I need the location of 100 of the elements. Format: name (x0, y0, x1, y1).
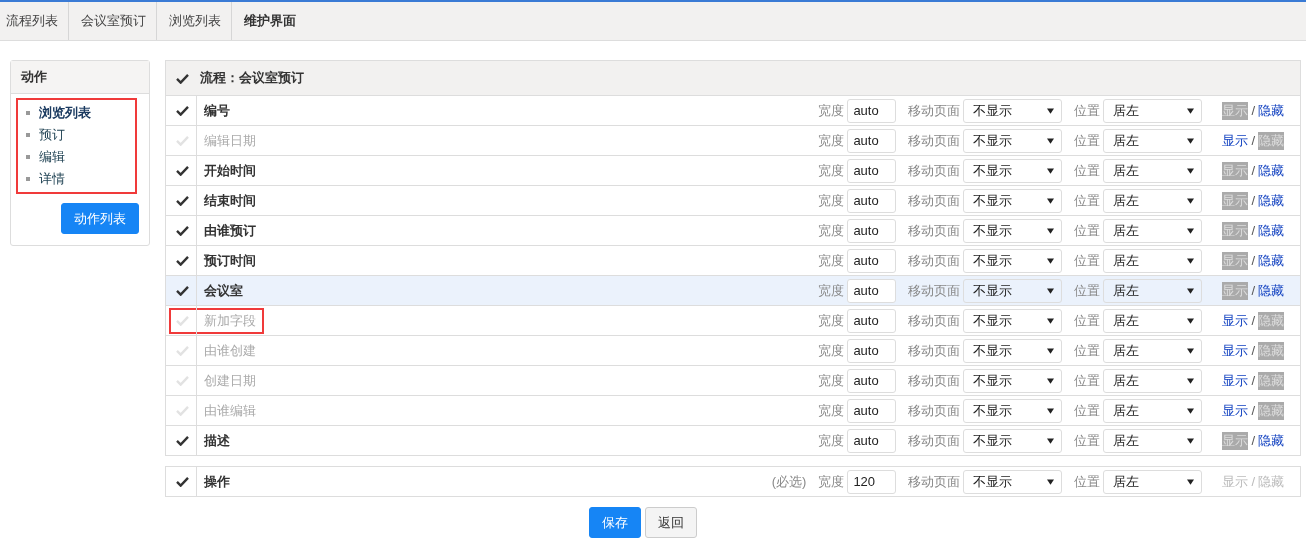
width-input[interactable]: auto (847, 128, 897, 153)
position-dropdown[interactable]: 居左 (1103, 428, 1203, 453)
position-dropdown[interactable]: 居左 (1103, 398, 1203, 423)
show-link[interactable]: 显示 (1222, 401, 1249, 420)
move-page-dropdown[interactable]: 不显示 (963, 398, 1063, 423)
width-input[interactable]: auto (847, 368, 897, 393)
move-page-dropdown[interactable]: 不显示 (963, 278, 1063, 303)
field-name: 会议室 (196, 276, 243, 305)
check-icon[interactable] (176, 105, 189, 116)
position-dropdown[interactable]: 居左 (1103, 368, 1203, 393)
check-icon[interactable] (176, 255, 189, 266)
breadcrumb-link[interactable]: 维护界面 (238, 2, 306, 40)
sidebar-item[interactable]: 详情 (39, 170, 65, 188)
separator: / (1251, 193, 1255, 208)
width-input[interactable]: auto (847, 338, 897, 363)
breadcrumb-link[interactable]: 流程列表 (0, 2, 69, 40)
position-label: 位置 (1074, 281, 1101, 300)
position-label: 位置 (1074, 251, 1101, 270)
show-link[interactable]: 显示 (1222, 311, 1249, 330)
breadcrumb-link[interactable]: 浏览列表 (163, 2, 232, 40)
show-link[interactable]: 显示 (1222, 131, 1249, 150)
hide-link[interactable]: 隐藏 (1258, 281, 1284, 300)
caret-icon (1047, 107, 1055, 114)
caret-icon (1047, 407, 1055, 414)
move-page-dropdown[interactable]: 不显示 (963, 128, 1063, 153)
field-name: 由谁编辑 (196, 396, 256, 425)
breadcrumb-link[interactable]: 会议室预订 (75, 2, 157, 40)
move-page-label: 移动页面 (908, 281, 961, 300)
move-page-dropdown[interactable]: 不显示 (963, 368, 1063, 393)
width-input[interactable]: auto (847, 428, 897, 453)
action-list-button[interactable]: 动作列表 (61, 203, 139, 234)
move-page-dropdown[interactable]: 不显示 (963, 428, 1063, 453)
field-name: 编号 (196, 96, 230, 125)
check-icon[interactable] (176, 285, 189, 296)
caret-icon (1047, 227, 1055, 234)
caret-icon (1187, 257, 1195, 264)
save-button[interactable]: 保存 (589, 507, 641, 538)
position-dropdown[interactable]: 居左 (1103, 278, 1203, 303)
width-input[interactable]: auto (847, 248, 897, 273)
width-label: 宽度 (818, 341, 845, 360)
check-icon[interactable] (176, 435, 189, 446)
position-dropdown[interactable]: 居左 (1103, 218, 1203, 243)
width-input[interactable]: auto (847, 398, 897, 423)
caret-icon (1187, 478, 1195, 485)
position-dropdown[interactable]: 居左 (1103, 128, 1203, 153)
check-icon (176, 72, 189, 84)
separator: / (1251, 343, 1255, 358)
field-name: 开始时间 (196, 156, 256, 185)
move-page-label: 移动页面 (908, 472, 961, 491)
hide-link[interactable]: 隐藏 (1258, 251, 1284, 270)
back-button[interactable]: 返回 (645, 507, 697, 538)
move-page-label: 移动页面 (908, 161, 961, 180)
check-icon[interactable] (176, 165, 189, 176)
move-page-label: 移动页面 (908, 221, 961, 240)
width-input[interactable]: auto (847, 308, 897, 333)
width-label: 宽度 (818, 401, 845, 420)
separator: / (1251, 103, 1255, 118)
caret-icon (1047, 197, 1055, 204)
hide-link[interactable]: 隐藏 (1258, 161, 1284, 180)
width-label: 宽度 (818, 221, 845, 240)
position-dropdown[interactable]: 居左 (1103, 308, 1203, 333)
check-icon[interactable] (176, 195, 189, 206)
check-icon[interactable] (176, 225, 189, 236)
position-dropdown[interactable]: 居左 (1103, 158, 1203, 183)
panel-title: 流程：会议室预订 (199, 69, 304, 87)
move-page-dropdown[interactable]: 不显示 (963, 188, 1063, 213)
position-dropdown[interactable]: 居左 (1103, 248, 1203, 273)
hide-link[interactable]: 隐藏 (1258, 221, 1284, 240)
show-link[interactable]: 显示 (1222, 341, 1249, 360)
sidebar-item[interactable]: 浏览列表 (39, 104, 91, 122)
width-input[interactable]: auto (847, 188, 897, 213)
move-page-dropdown[interactable]: 不显示 (963, 308, 1063, 333)
width-input[interactable]: auto (847, 98, 897, 123)
caret-icon (1047, 317, 1055, 324)
field-name: 新加字段 (196, 306, 256, 335)
sidebar-item[interactable]: 预订 (39, 126, 65, 144)
width-input[interactable]: auto (847, 218, 897, 243)
position-dropdown[interactable]: 居左 (1103, 98, 1203, 123)
caret-icon (1187, 197, 1195, 204)
hide-link[interactable]: 隐藏 (1258, 191, 1284, 210)
sidebar-item[interactable]: 编辑 (39, 148, 65, 166)
field-name: 结束时间 (196, 186, 256, 215)
position-dropdown[interactable]: 居左 (1103, 338, 1203, 363)
width-input[interactable]: auto (847, 158, 897, 183)
move-page-dropdown[interactable]: 不显示 (963, 218, 1063, 243)
move-page-dropdown[interactable]: 不显示 (963, 338, 1063, 363)
position-dropdown[interactable]: 居左 (1103, 188, 1203, 213)
hide-link[interactable]: 隐藏 (1258, 101, 1284, 120)
show-link[interactable]: 显示 (1222, 371, 1249, 390)
move-page-label: 移动页面 (908, 131, 961, 150)
move-page-dropdown[interactable]: 不显示 (963, 98, 1063, 123)
position-label: 位置 (1074, 131, 1101, 150)
move-page-label: 移动页面 (908, 311, 961, 330)
move-page-label: 移动页面 (908, 341, 961, 360)
width-input[interactable]: auto (847, 278, 897, 303)
position-label: 位置 (1074, 472, 1101, 491)
hide-link[interactable]: 隐藏 (1258, 431, 1284, 450)
move-page-label: 移动页面 (908, 101, 961, 120)
move-page-dropdown[interactable]: 不显示 (963, 248, 1063, 273)
move-page-dropdown[interactable]: 不显示 (963, 158, 1063, 183)
